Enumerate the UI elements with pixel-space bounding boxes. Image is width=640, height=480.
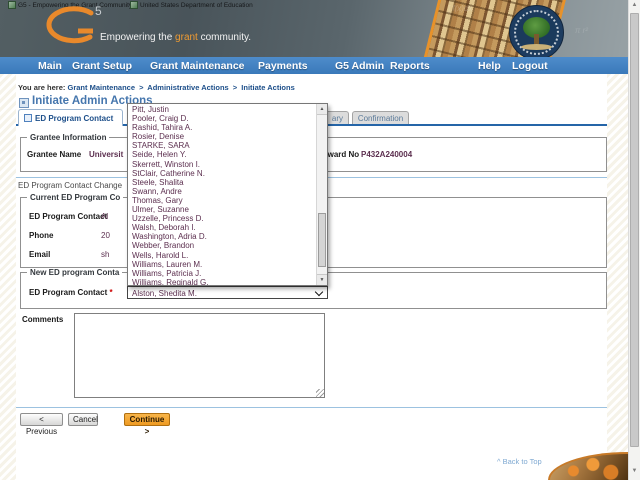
main-nav-bar: Main Grant Setup Grant Maintenance Payments… — [0, 57, 628, 74]
cancel-button[interactable]: Cancel — [68, 413, 98, 426]
breadcrumb-separator: > — [139, 83, 144, 92]
award-no-value: P432A240004 — [361, 150, 413, 159]
continue-button[interactable]: Continue > — [124, 413, 170, 436]
scroll-down-icon[interactable]: ▼ — [629, 468, 640, 474]
page-title-icon — [19, 98, 29, 108]
row-value: sh — [101, 250, 110, 259]
tab-ed-program-contact[interactable]: ED Program Contact — [18, 109, 123, 126]
grantee-name-label: Grantee Name — [27, 150, 82, 159]
scroll-down-icon[interactable]: ▼ — [317, 274, 327, 285]
row-value: Al — [101, 212, 109, 221]
dropdown-option[interactable]: Pooler, Craig D. — [128, 114, 316, 123]
dropdown-option[interactable]: Uzzelle, Princess D. — [128, 214, 316, 223]
dropdown-option[interactable]: Williams, Lauren M. — [128, 260, 316, 269]
dropdown-options: Pitt, Justin Pooler, Craig D. Rashid, Tahi… — [128, 105, 316, 285]
chalkboard-formula: ∫ f(x)dx — [448, 4, 473, 13]
grantee-name-value: Universit — [89, 150, 124, 159]
breadcrumb-link-initiate-actions[interactable]: Initiate Actions — [241, 83, 294, 92]
dropdown-option[interactable]: StClair, Catherine N. — [128, 169, 316, 178]
comments-label: Comments — [22, 315, 64, 324]
row-label: Email — [29, 250, 51, 259]
window-title-text: United States Department of Education — [140, 1, 253, 9]
nav-item[interactable]: Grant Setup — [72, 60, 132, 72]
left-margin-pattern — [0, 74, 16, 480]
dropdown-option[interactable]: Williams, Patricia J. — [128, 269, 316, 278]
row-value: 20 — [101, 231, 110, 240]
row-label: ED Program Contact — [29, 212, 108, 221]
nav-item[interactable]: Reports — [390, 60, 430, 72]
dropdown-option[interactable]: Steele, Shalita — [128, 178, 316, 187]
back-to-top-link[interactable]: ^ Back to Top — [497, 457, 542, 466]
dropdown-option[interactable]: Thomas, Gary — [128, 196, 316, 205]
scroll-up-icon[interactable]: ▲ — [629, 2, 640, 8]
required-asterisk: * — [109, 288, 113, 297]
g5-logo-number: 5 — [95, 4, 102, 18]
fieldset-legend: Current ED Program Co — [27, 193, 124, 202]
dropdown-option[interactable]: Williams, Reginald G. — [128, 278, 316, 285]
resize-grip-icon[interactable] — [316, 389, 324, 397]
dropdown-option[interactable]: Seide, Helen Y. — [128, 150, 316, 159]
previous-button[interactable]: < Previous — [20, 413, 63, 436]
section-title: ED Program Contact Change — [18, 181, 123, 190]
banner: G5 - Empowering the Grant Community Unit… — [0, 0, 628, 57]
divider — [16, 407, 607, 408]
ed-program-contact-dropdown-list: Pitt, Justin Pooler, Craig D. Rashid, Tahi… — [127, 103, 328, 286]
department-of-education-seal-icon — [509, 5, 564, 57]
tagline-highlight: grant — [175, 32, 198, 43]
label-text: ED Program Contact — [29, 288, 108, 297]
tab-form-icon — [24, 114, 32, 122]
banner-tagline: Empowering the grant community. — [100, 32, 251, 43]
row-label: Phone — [29, 231, 54, 240]
comments-textarea[interactable] — [74, 313, 325, 398]
g5-favicon-icon — [8, 1, 16, 9]
select-selected-value: Alston, Shedita M. — [132, 288, 197, 298]
ed-program-contact-select[interactable]: Alston, Shedita M. — [127, 286, 328, 299]
seal-ground — [521, 44, 552, 50]
dropdown-option[interactable]: Rosier, Denise — [128, 132, 316, 141]
ed-favicon-icon — [130, 1, 138, 9]
g5-application-window: G5 - Empowering the Grant Community Unit… — [0, 0, 640, 480]
dropdown-option[interactable]: Skerrett, Winston I. — [128, 160, 316, 169]
breadcrumb: You are here: Grant Maintenance > Admini… — [18, 83, 295, 92]
dropdown-option[interactable]: Washington, Adria D. — [128, 232, 316, 241]
tagline-pre: Empowering the — [100, 32, 176, 43]
corner-classroom-photo — [548, 452, 628, 480]
dropdown-option[interactable]: Pitt, Justin — [128, 105, 316, 114]
chalkboard-formula: π r² — [575, 26, 588, 35]
scrollbar-thumb[interactable] — [630, 13, 639, 447]
scroll-up-icon[interactable]: ▲ — [317, 104, 327, 115]
right-margin-pattern — [607, 74, 628, 480]
chevron-down-icon — [314, 287, 324, 297]
g5-logo-icon — [36, 4, 98, 53]
window-title-ed: United States Department of Education — [130, 1, 253, 9]
dropdown-option[interactable]: Webber, Brandon — [128, 241, 316, 250]
dropdown-option[interactable]: STARKE, SARA — [128, 141, 316, 150]
dropdown-option[interactable]: Wells, Harold L. — [128, 251, 316, 260]
nav-item[interactable]: Grant Maintenance — [150, 60, 245, 72]
breadcrumb-prefix: You are here: — [18, 83, 66, 92]
fieldset-legend: Grantee Information — [27, 133, 110, 142]
nav-item[interactable]: Payments — [258, 60, 308, 72]
nav-item[interactable]: Help — [478, 60, 501, 72]
tagline-post: community. — [197, 32, 252, 43]
nav-item[interactable]: Logout — [512, 60, 548, 72]
scrollbar-thumb[interactable] — [318, 213, 326, 267]
page-scrollbar[interactable]: ▲ ▼ — [628, 0, 640, 480]
breadcrumb-separator: > — [232, 83, 238, 92]
new-contact-label: ED Program Contact * — [29, 288, 113, 297]
tab-label: ED Program Contact — [35, 113, 114, 123]
breadcrumb-link-administrative-actions[interactable]: Administrative Actions — [147, 83, 228, 92]
dropdown-option[interactable]: Ulmer, Suzanne — [128, 205, 316, 214]
fieldset-legend: New ED program Conta — [27, 268, 123, 277]
nav-item[interactable]: Main — [38, 60, 62, 72]
dropdown-option[interactable]: Swann, Andre — [128, 187, 316, 196]
dropdown-scrollbar[interactable]: ▲ ▼ — [316, 104, 327, 285]
tab-confirmation[interactable]: Confirmation — [352, 111, 409, 124]
nav-item[interactable]: G5 Admin — [335, 60, 384, 72]
breadcrumb-link-grant-maintenance[interactable]: Grant Maintenance — [67, 83, 135, 92]
dropdown-option[interactable]: Rashid, Tahira A. — [128, 123, 316, 132]
dropdown-option[interactable]: Walsh, Deborah I. — [128, 223, 316, 232]
